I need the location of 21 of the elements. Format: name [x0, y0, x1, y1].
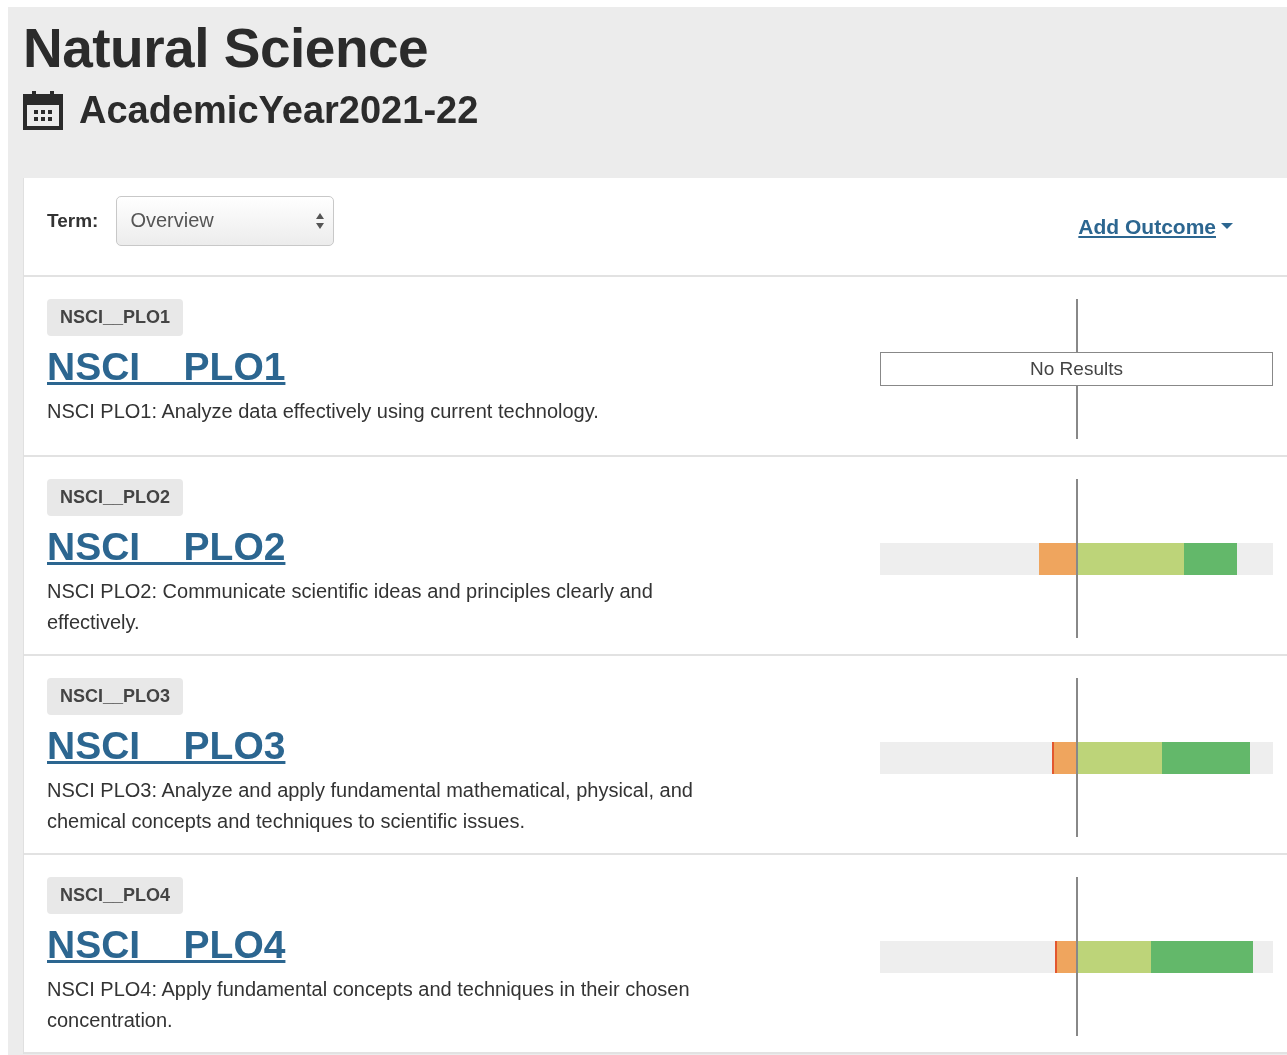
outcome-description: NSCI PLO3: Analyze and apply fundamental mathematical, physical, and chemical concepts and techniques to scientific issues.	[47, 778, 694, 834]
outcome-description: NSCI PLO1: Analyze data effectively using current technology.	[47, 399, 599, 424]
outcome-description: NSCI PLO4: Apply fundamental concepts and techniques in their chosen concentration.	[47, 977, 691, 1033]
academic-year: AcademicYear2021-22	[79, 88, 479, 132]
outcome-description: NSCI PLO2: Communicate scientific ideas and principles clearly and effectively.	[47, 579, 654, 635]
select-arrows-icon	[315, 211, 326, 230]
term-label: Term:	[47, 209, 99, 232]
outcome-title-link[interactable]: NSCI__PLO4	[47, 922, 286, 968]
outcome-tag: NSCI__PLO4	[47, 877, 184, 914]
outcome-title-link[interactable]: NSCI__PLO3	[47, 723, 286, 769]
add-outcome-link[interactable]: Add Outcome	[1078, 214, 1233, 239]
page-title: Natural Science	[23, 17, 430, 79]
outcome-tag: NSCI__PLO1	[47, 299, 184, 336]
outcome-tag: NSCI__PLO2	[47, 479, 184, 516]
outcome-title-link[interactable]: NSCI__PLO1	[47, 344, 286, 390]
calendar-icon	[23, 90, 63, 130]
no-results-box: No Results	[880, 352, 1273, 386]
caret-icon	[1221, 223, 1233, 230]
term-select[interactable]: Overview	[116, 195, 335, 246]
outcome-title-link[interactable]: NSCI__PLO2	[47, 524, 286, 570]
outcome-tag: NSCI__PLO3	[47, 678, 184, 715]
